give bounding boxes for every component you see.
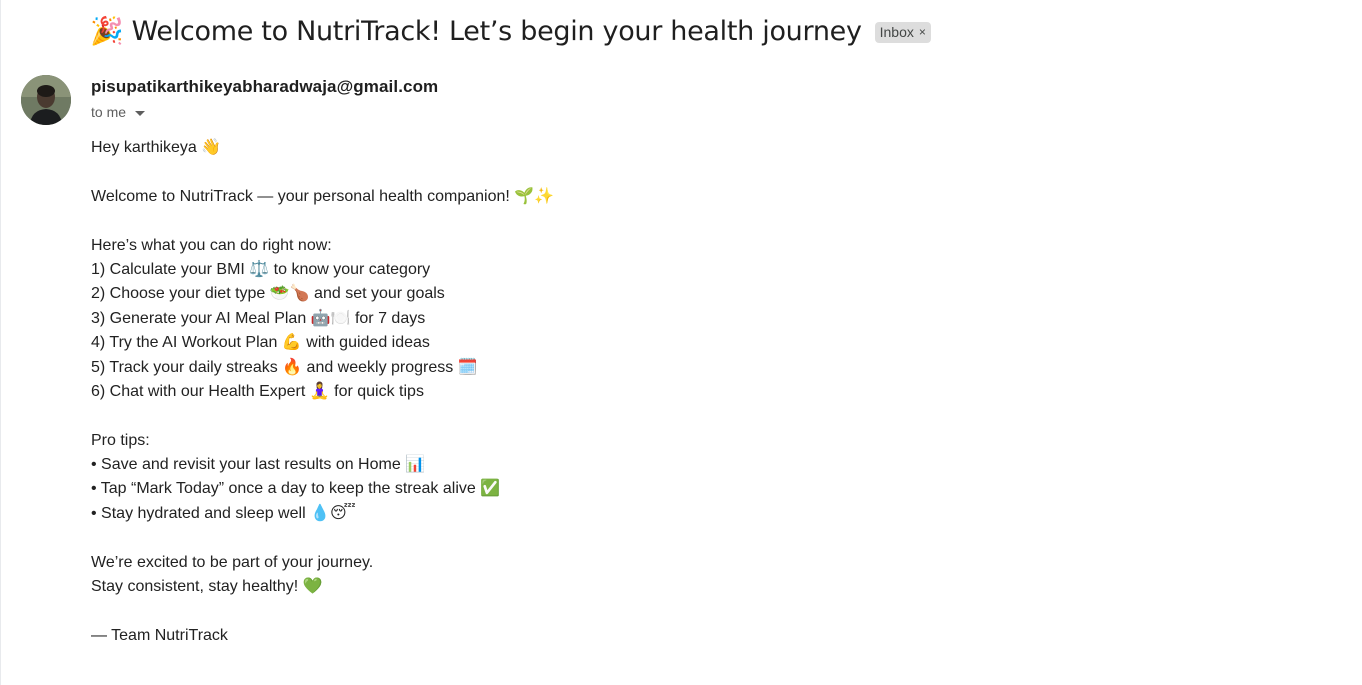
- list-item: 2) Choose your diet type 🥗🍗 and set your…: [91, 285, 445, 303]
- closing-line: We’re excited to be part of your journey…: [91, 553, 374, 571]
- closing-line: Stay consistent, stay healthy! 💚: [91, 578, 323, 596]
- recipients-label: to me: [91, 104, 127, 120]
- avatar[interactable]: [21, 75, 71, 125]
- signature: — Team NutriTrack: [91, 626, 228, 644]
- subject-row: 🎉 Welcome to NutriTrack! Let’s begin you…: [90, 12, 931, 52]
- list-heading: Here’s what you can do right now:: [91, 236, 332, 254]
- list-item: 6) Chat with our Health Expert 🧘‍♀️ for …: [91, 382, 424, 400]
- list-item: 3) Generate your AI Meal Plan 🤖🍽️ for 7 …: [91, 309, 426, 327]
- list-item: 1) Calculate your BMI ⚖️ to know your ca…: [91, 260, 431, 278]
- tip-item: • Stay hydrated and sleep well 💧😴: [91, 504, 356, 522]
- email-body: Hey karthikeya 👋 Welcome to NutriTrack —…: [91, 136, 554, 648]
- sender-email[interactable]: pisupatikarthikeyabharadwaja@gmail.com: [91, 76, 438, 98]
- greeting: Hey karthikeya 👋: [91, 139, 222, 156]
- recipients[interactable]: to me: [91, 102, 146, 122]
- label-chip-text: Inbox: [879, 24, 914, 40]
- inbox-label-chip[interactable]: Inbox ×: [874, 21, 931, 43]
- caret-down-icon[interactable]: [135, 110, 146, 116]
- remove-label-icon[interactable]: ×: [919, 25, 926, 39]
- avatar-photo: [21, 75, 71, 125]
- email-view: 🎉 Welcome to NutriTrack! Let’s begin you…: [0, 0, 1362, 685]
- list-item: 4) Try the AI Workout Plan 💪 with guided…: [91, 334, 430, 352]
- email-subject: 🎉 Welcome to NutriTrack! Let’s begin you…: [90, 16, 862, 47]
- tips-heading: Pro tips:: [91, 431, 150, 449]
- tip-item: • Save and revisit your last results on …: [91, 456, 426, 474]
- intro: Welcome to NutriTrack — your personal he…: [91, 187, 555, 205]
- tip-item: • Tap “Mark Today” once a day to keep th…: [91, 480, 501, 498]
- list-item: 5) Track your daily streaks 🔥 and weekly…: [91, 358, 478, 376]
- divider: [0, 0, 1, 685]
